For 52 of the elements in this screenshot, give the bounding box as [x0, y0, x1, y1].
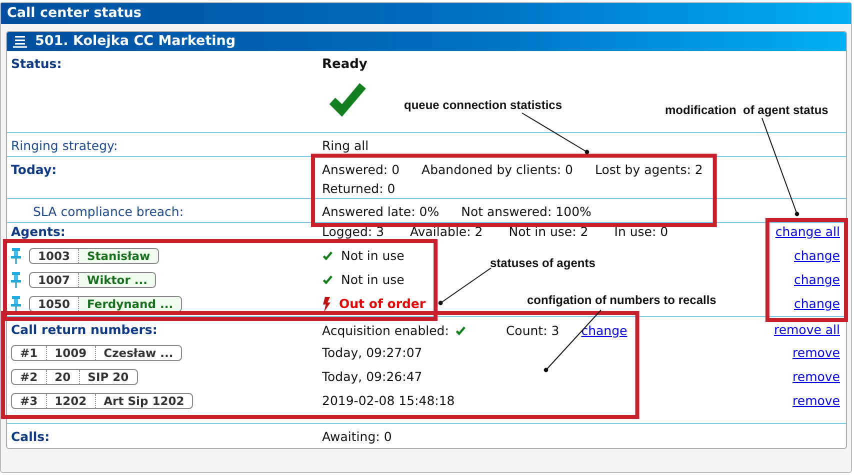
- stat-text: Lost by agents: 2: [595, 160, 703, 179]
- row-label: Status:: [11, 55, 63, 73]
- row-value: Awaiting: 0: [322, 429, 392, 444]
- row-label: Today:: [11, 160, 58, 179]
- stat-text: Abandoned by clients: 0: [422, 160, 573, 179]
- agent-status: Not in use: [341, 247, 404, 265]
- agent-tag: 1050 Ferdynand ...: [29, 296, 182, 312]
- change-all-link[interactable]: change all: [775, 224, 840, 239]
- stat-text: Logged: 3: [322, 223, 384, 241]
- row-label: Call return numbers:: [11, 321, 158, 339]
- change-link[interactable]: change: [794, 268, 840, 292]
- stat-text: Answered late: 0%: [322, 203, 440, 222]
- row-label: Ringing strategy:: [11, 137, 119, 155]
- callout-label: configation of numbers to recalls: [527, 292, 716, 309]
- agent-status: Not in use: [341, 271, 404, 289]
- status-value: Ready: [322, 56, 368, 74]
- call-time: Today, 09:26:47: [322, 368, 422, 386]
- count-text: Count: 3: [506, 322, 560, 340]
- stat-text: Answered: 0: [322, 160, 400, 179]
- number-tag: #3 1202 Art Sip 1202: [11, 393, 194, 409]
- list-icon: [13, 36, 27, 48]
- panel-title: 501. Kolejka CC Marketing: [35, 32, 236, 51]
- agent-tag: 1003 Stanisław: [29, 248, 160, 264]
- change-link[interactable]: change: [794, 292, 840, 316]
- callout-label: queue connection statistics: [404, 97, 562, 114]
- stat-text: Not in use: 2: [508, 223, 588, 241]
- row-label: Agents:: [11, 223, 66, 241]
- change-link[interactable]: change: [581, 322, 628, 340]
- callout-label: statuses of agents: [490, 255, 596, 272]
- stat-text: In use: 0: [614, 223, 668, 241]
- number-tag: #2 20 SIP 20: [11, 369, 138, 385]
- agent-tag: 1007 Wiktor ...: [29, 272, 156, 288]
- leader-line: [522, 112, 590, 154]
- callout-label: modification of agent status: [665, 102, 828, 119]
- remove-link[interactable]: remove: [792, 341, 840, 365]
- stat-text: Available: 2: [410, 223, 483, 241]
- remove-link[interactable]: remove: [792, 389, 840, 413]
- stat-text: Not answered: 100%: [461, 203, 592, 222]
- call-time: 2019-02-08 15:48:18: [322, 392, 455, 410]
- change-link[interactable]: change: [794, 244, 840, 268]
- agent-status: Out of order: [339, 295, 426, 313]
- row-label: Calls:: [11, 428, 51, 446]
- row-value: Ring all: [322, 138, 369, 153]
- leader-line: [438, 268, 492, 306]
- call-time: Today, 09:27:07: [322, 344, 422, 362]
- row-label: SLA compliance breach:: [32, 203, 185, 222]
- remove-link[interactable]: remove: [792, 365, 840, 389]
- remove-all-link[interactable]: remove all: [774, 322, 840, 337]
- number-tag: #1 1009 Czesław ...: [11, 345, 182, 361]
- window-title: Call center status: [1, 3, 851, 24]
- acquisition-label: Acquisition enabled:: [322, 322, 449, 340]
- stat-text: Returned: 0: [322, 180, 396, 198]
